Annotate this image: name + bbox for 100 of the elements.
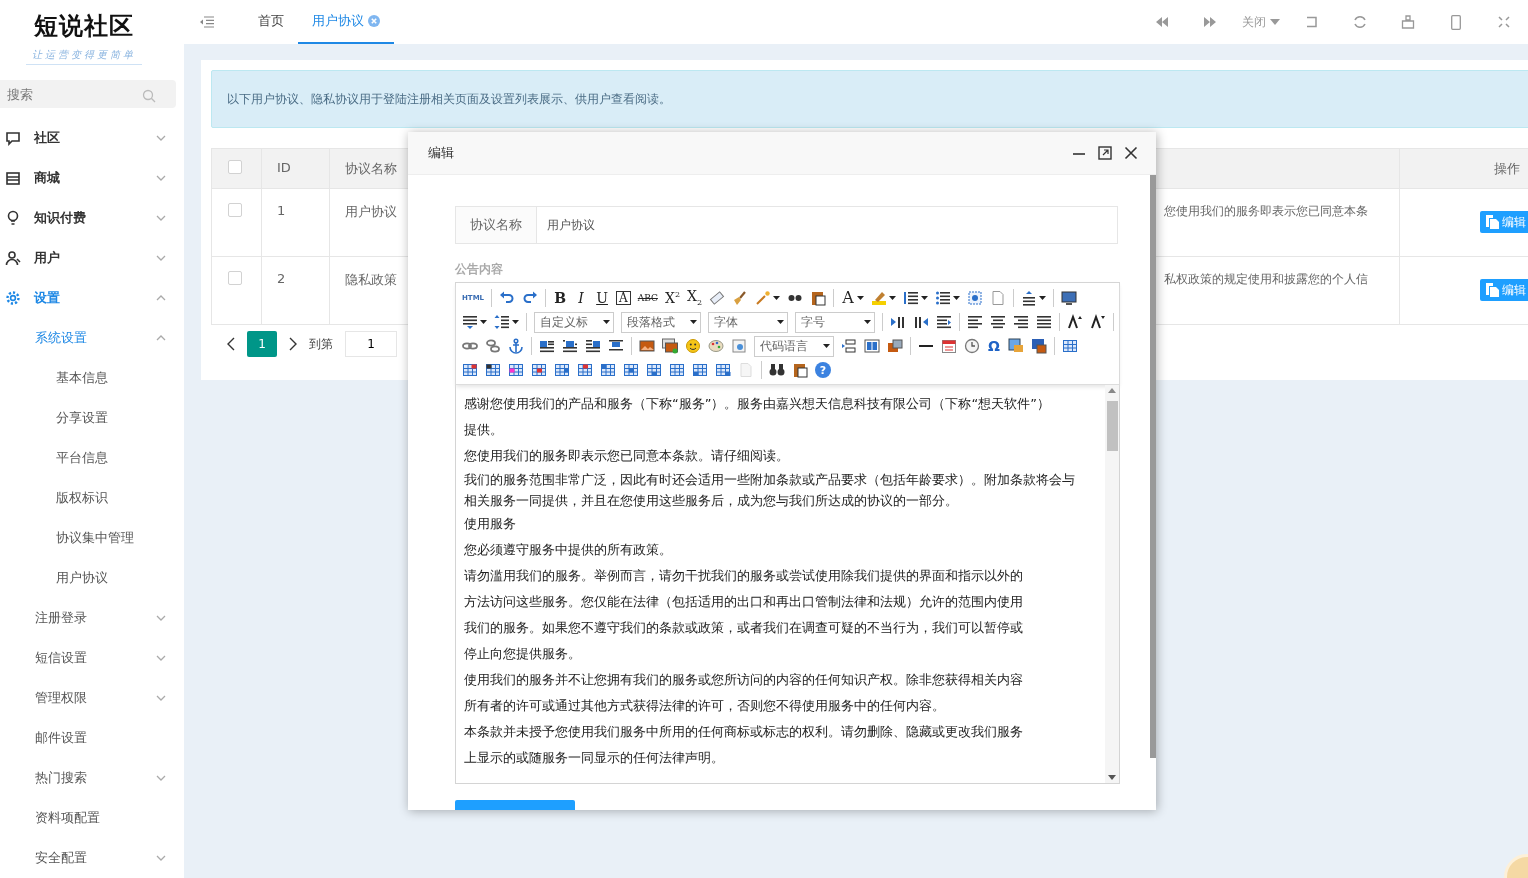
table-column-add-icon[interactable] bbox=[554, 362, 570, 378]
format-button[interactable]: A bbox=[841, 290, 856, 306]
format-button[interactable]: Ω bbox=[987, 339, 1001, 353]
paragraph-spacing-icon[interactable] bbox=[462, 314, 478, 330]
next-icon[interactable] bbox=[289, 337, 297, 351]
image-right-icon[interactable] bbox=[585, 338, 601, 354]
checkbox[interactable] bbox=[228, 271, 242, 285]
menu-item[interactable]: 系统设置 bbox=[0, 318, 184, 358]
undo-icon[interactable] bbox=[499, 290, 516, 306]
image-center-icon[interactable] bbox=[608, 338, 624, 354]
format-button[interactable]: I bbox=[574, 291, 589, 305]
name-field[interactable]: 协议名称 用户协议 bbox=[455, 206, 1118, 244]
table-grid-icon[interactable] bbox=[669, 362, 685, 378]
font-size-up-icon[interactable] bbox=[1067, 314, 1083, 330]
fast-forward-icon[interactable] bbox=[1204, 17, 1216, 27]
template-icon[interactable] bbox=[864, 338, 880, 354]
format-button[interactable]: X$_{2}$ bbox=[686, 289, 703, 307]
format-button[interactable]: A bbox=[616, 291, 631, 305]
caret-icon[interactable] bbox=[889, 296, 897, 300]
image-inline-icon[interactable] bbox=[562, 338, 578, 354]
menu-item[interactable]: 管理权限 bbox=[0, 678, 184, 718]
menu-item[interactable]: 版权标识 bbox=[0, 478, 184, 518]
page-button[interactable]: 1 bbox=[247, 331, 277, 357]
menu-item[interactable]: 资料项配置 bbox=[0, 798, 184, 838]
menu-item[interactable]: 分享设置 bbox=[0, 398, 184, 438]
table-header-icon[interactable] bbox=[600, 362, 616, 378]
menu-item[interactable]: 用户 bbox=[0, 238, 184, 278]
caret-icon[interactable] bbox=[921, 296, 929, 300]
clipboard-icon[interactable] bbox=[792, 362, 808, 378]
menu-icon[interactable] bbox=[200, 16, 214, 28]
maximize-icon[interactable] bbox=[1098, 146, 1112, 160]
table-delete-icon[interactable] bbox=[462, 362, 478, 378]
menu-item[interactable]: 安全配置 bbox=[0, 838, 184, 878]
fullscreen-icon[interactable] bbox=[1498, 16, 1510, 28]
help-button[interactable]: ? bbox=[815, 362, 831, 378]
text-input[interactable]: 用户协议 bbox=[537, 206, 1117, 244]
menu-item[interactable]: 短信设置 bbox=[0, 638, 184, 678]
menu-item[interactable]: 社区 bbox=[0, 118, 184, 158]
justify-icon[interactable] bbox=[1036, 314, 1052, 330]
caret-icon[interactable] bbox=[1039, 296, 1047, 300]
binoculars-icon[interactable] bbox=[769, 362, 785, 378]
palette-icon[interactable] bbox=[708, 338, 724, 354]
clock-icon[interactable] bbox=[964, 338, 980, 354]
clipboard-icon[interactable] bbox=[810, 290, 827, 306]
dropdown[interactable]: 字号 bbox=[795, 311, 875, 333]
checkbox[interactable] bbox=[228, 203, 242, 217]
caret-icon[interactable] bbox=[480, 320, 487, 324]
table-column-insert-icon[interactable] bbox=[531, 362, 547, 378]
anchor-icon[interactable] bbox=[508, 338, 524, 354]
brush-icon[interactable] bbox=[732, 290, 749, 306]
tab[interactable]: 用户协议 bbox=[298, 0, 394, 44]
caret-icon[interactable] bbox=[773, 296, 781, 300]
menu-item[interactable]: 邮件设置 bbox=[0, 718, 184, 758]
line-spacing-icon[interactable] bbox=[1021, 290, 1038, 306]
dropdown[interactable]: 自定义标 bbox=[534, 311, 614, 333]
redo-icon[interactable] bbox=[522, 290, 539, 306]
pictures-icon[interactable] bbox=[662, 338, 678, 354]
broken-link-icon[interactable] bbox=[485, 338, 501, 354]
menu-item[interactable]: 基本信息 bbox=[0, 358, 184, 398]
search-field[interactable]: 搜索 bbox=[0, 80, 176, 108]
tab[interactable]: 首页 bbox=[244, 0, 298, 44]
previous-icon[interactable] bbox=[227, 337, 235, 351]
left-to-right-icon[interactable] bbox=[890, 314, 906, 330]
table-row-insert-icon[interactable] bbox=[508, 362, 524, 378]
menu-item[interactable]: 设置 bbox=[0, 278, 184, 318]
menu-item[interactable]: 热门搜索 bbox=[0, 758, 184, 798]
font-size-down-icon[interactable] bbox=[1090, 314, 1106, 330]
calendar-icon[interactable] bbox=[941, 338, 957, 354]
frame-icon[interactable] bbox=[967, 290, 984, 306]
table-split-icon[interactable] bbox=[577, 362, 593, 378]
table-columns-icon[interactable] bbox=[715, 362, 731, 378]
format-button[interactable]: X$^{2}$ bbox=[664, 291, 680, 305]
page-icon[interactable] bbox=[990, 290, 1007, 306]
right-to-left-icon[interactable] bbox=[913, 314, 929, 330]
rewind-icon[interactable] bbox=[1156, 17, 1168, 27]
indent-icon[interactable] bbox=[936, 314, 952, 330]
image-left-icon[interactable] bbox=[539, 338, 555, 354]
dropdown[interactable]: 代码语言 bbox=[754, 335, 834, 357]
numbered-list-icon[interactable] bbox=[903, 290, 920, 306]
scroll-down-icon[interactable] bbox=[1108, 775, 1116, 780]
page-break-icon[interactable] bbox=[841, 338, 857, 354]
page-input[interactable]: 1 bbox=[345, 331, 397, 357]
scrollbar-thumb[interactable] bbox=[1150, 175, 1156, 758]
picture-icon[interactable] bbox=[639, 338, 655, 354]
menu-item[interactable]: 商城 bbox=[0, 158, 184, 198]
table-caption-icon[interactable] bbox=[485, 362, 501, 378]
caret-icon[interactable] bbox=[953, 296, 961, 300]
caret-icon[interactable] bbox=[512, 320, 519, 324]
format-button[interactable]: B bbox=[553, 291, 568, 305]
table-merge-down-icon[interactable] bbox=[646, 362, 662, 378]
table-rows-icon[interactable] bbox=[692, 362, 708, 378]
phone-icon[interactable] bbox=[1451, 14, 1461, 30]
emoji-icon[interactable] bbox=[685, 338, 701, 354]
bullet-list-icon[interactable] bbox=[935, 290, 952, 306]
format-button[interactable]: ABC bbox=[637, 293, 658, 303]
checkbox[interactable] bbox=[228, 160, 242, 174]
dropdown[interactable]: 段落格式 bbox=[621, 311, 701, 333]
table-merge-icon[interactable] bbox=[623, 362, 639, 378]
refresh-icon[interactable] bbox=[1353, 15, 1367, 29]
close-icon[interactable] bbox=[1124, 146, 1138, 160]
